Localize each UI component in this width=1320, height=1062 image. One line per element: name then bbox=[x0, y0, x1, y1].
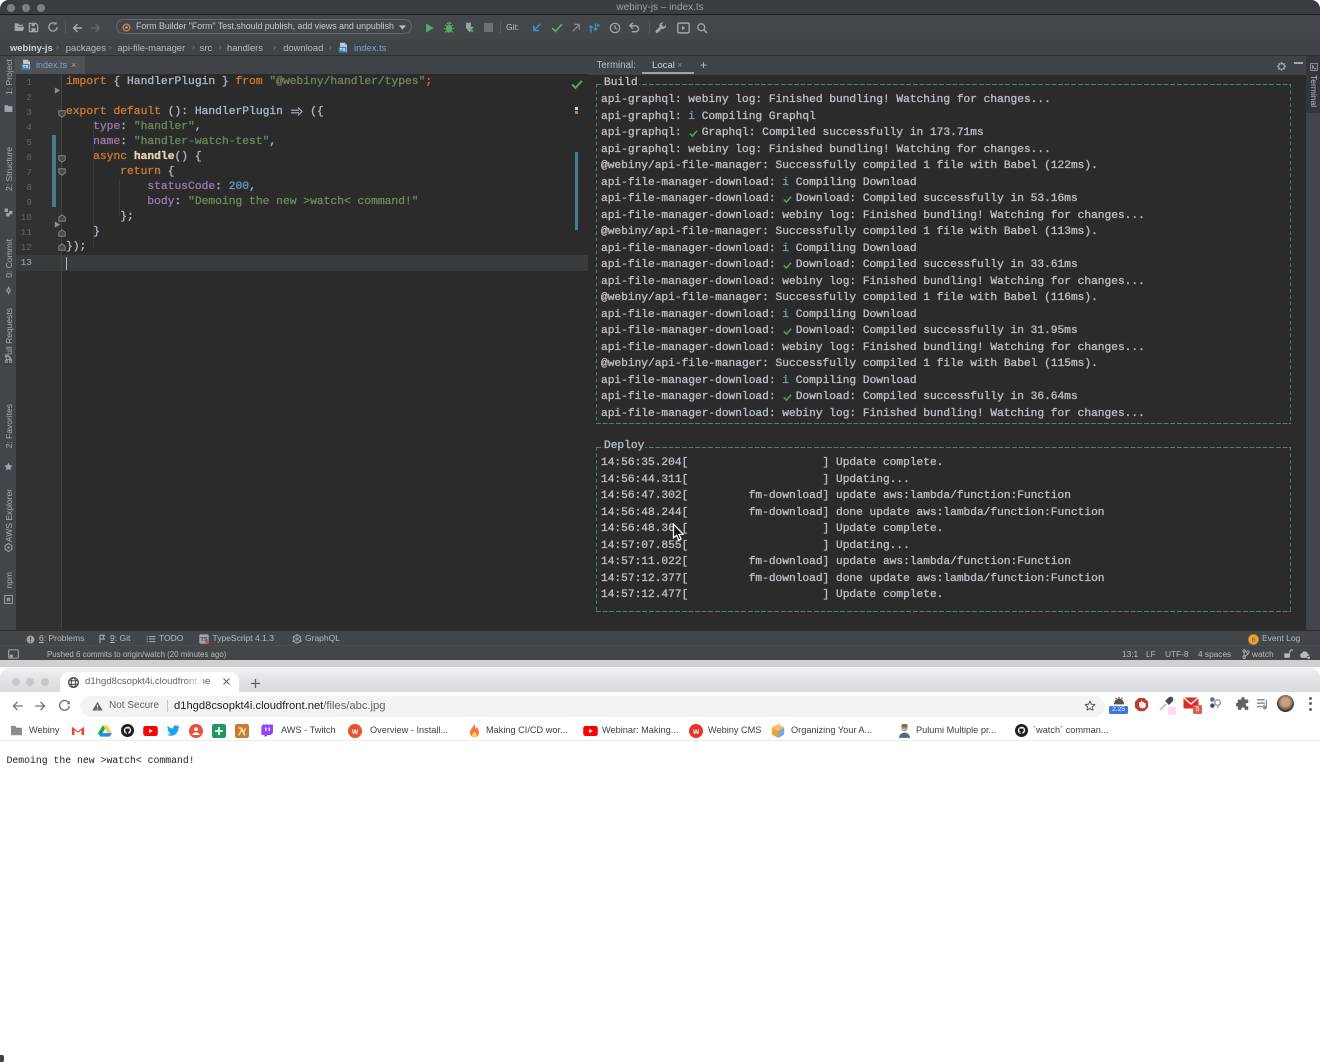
svg-text:w: w bbox=[692, 727, 700, 736]
svg-text:6: 6 bbox=[1251, 636, 1255, 643]
svg-text:w: w bbox=[351, 727, 359, 736]
svg-text:TS: TS bbox=[339, 47, 345, 52]
svg-text:TS: TS bbox=[23, 64, 29, 69]
